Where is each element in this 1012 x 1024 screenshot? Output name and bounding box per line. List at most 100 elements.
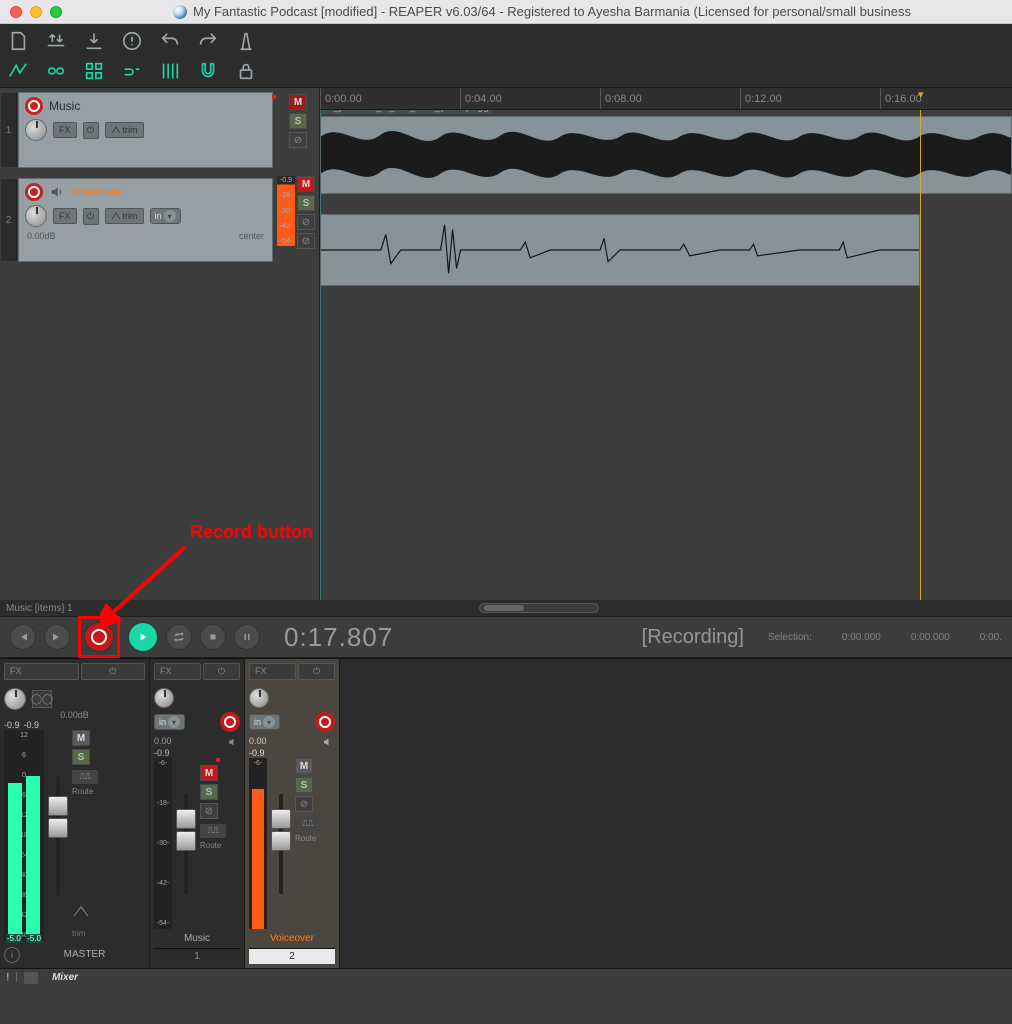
channel-name-label[interactable]: Voiceover	[249, 929, 335, 948]
fx-bypass-button[interactable]: ⏻	[203, 663, 240, 680]
repeat-button[interactable]	[166, 624, 192, 650]
fx-button[interactable]: FX	[4, 663, 79, 680]
fx-button[interactable]: FX	[154, 663, 201, 680]
route-icon[interactable]: ⎍⎍	[72, 770, 98, 784]
save-project-icon[interactable]	[82, 29, 106, 53]
redo-icon[interactable]	[196, 29, 220, 53]
mute-button[interactable]: M	[289, 94, 307, 110]
phase-button-2[interactable]: ⊘	[297, 233, 315, 249]
channel-fader[interactable]	[184, 794, 188, 894]
solo-button[interactable]: S	[295, 777, 313, 793]
snap-grid-icon[interactable]	[158, 59, 182, 83]
warning-icon[interactable]: !	[6, 972, 9, 983]
transport-time-display[interactable]: 0:17.807	[284, 622, 393, 653]
tab-mixer[interactable]: Mixer	[44, 971, 86, 984]
snap-icon[interactable]	[196, 59, 220, 83]
channel-meter: -6- -18- -30- -42- -54-	[154, 758, 172, 929]
close-window-button[interactable]	[10, 6, 22, 18]
fx-bypass-button[interactable]: ⏻	[298, 663, 335, 680]
stop-button[interactable]	[200, 624, 226, 650]
grid-icon[interactable]	[82, 59, 106, 83]
volume-knob[interactable]	[25, 205, 47, 227]
minimize-window-button[interactable]	[30, 6, 42, 18]
go-to-end-button[interactable]	[44, 624, 70, 650]
phase-button[interactable]: ⊘	[295, 796, 313, 812]
dock-icon[interactable]	[24, 972, 38, 984]
channel-name-label[interactable]: Music	[154, 929, 240, 948]
track-header-voiceover[interactable]: 2 Voiceover FX ⏻ trim in▾ 0.00dB center	[18, 178, 273, 262]
play-button[interactable]	[128, 622, 158, 652]
solo-button[interactable]: S	[297, 195, 315, 211]
mixer-strip-music[interactable]: FX ⏻ in▾ 0.00 -0.9 -6- -18- -30- -42- -5…	[150, 659, 245, 968]
trim-button[interactable]: trim	[105, 208, 144, 224]
track-number: 2	[1, 179, 17, 261]
trim-icon[interactable]	[72, 904, 90, 918]
channel-fader[interactable]	[279, 794, 283, 894]
speaker-icon[interactable]	[321, 736, 335, 748]
monitor-icon[interactable]	[49, 184, 65, 200]
pause-button[interactable]	[234, 624, 260, 650]
record-button[interactable]	[84, 622, 114, 652]
track-name-label[interactable]: Voiceover	[71, 185, 124, 199]
go-to-start-button[interactable]	[10, 624, 36, 650]
volume-knob[interactable]	[25, 119, 47, 141]
chevron-down-icon: ▾	[168, 716, 180, 728]
mute-button[interactable]: M	[200, 765, 218, 781]
route-label: Route	[200, 841, 220, 850]
track-header-music[interactable]: 1 Music FX ⏻ trim	[18, 92, 273, 168]
horizontal-scrollbar[interactable]	[479, 603, 599, 613]
pan-knob[interactable]	[249, 688, 269, 708]
lock-icon[interactable]	[234, 59, 258, 83]
record-arm-button[interactable]	[25, 97, 43, 115]
fx-button[interactable]: FX	[53, 122, 77, 138]
maximize-window-button[interactable]	[50, 6, 62, 18]
project-settings-icon[interactable]	[120, 29, 144, 53]
mute-button[interactable]: M	[297, 176, 315, 192]
input-selector[interactable]: in▾	[150, 208, 181, 224]
record-arm-button[interactable]	[315, 712, 335, 732]
fx-button[interactable]: FX	[249, 663, 296, 680]
input-selector[interactable]: in▾	[249, 714, 280, 730]
mixer-strip-voiceover[interactable]: FX ⏻ in▾ 0.00 -0.9 -6- -18- -30- -42- -5…	[245, 659, 340, 968]
phase-button[interactable]: ⊘	[200, 803, 218, 819]
ripple-icon[interactable]	[44, 59, 68, 83]
fx-button[interactable]: FX	[53, 208, 77, 224]
track-name-label[interactable]: Music	[49, 99, 80, 113]
solo-button[interactable]: S	[200, 784, 218, 800]
record-arm-button[interactable]	[25, 183, 43, 201]
timeline-ruler[interactable]: 0:00.00 0:04.00 0:08.00 0:12.00 0:16.00 …	[320, 88, 1012, 110]
stereo-width-button[interactable]: ◯◯	[32, 690, 52, 708]
mixer-strip-master[interactable]: FX ⏻ ◯◯ 0.00dB -0.9 -0.9 12 6 0 -6- -12-…	[0, 659, 150, 968]
route-icon[interactable]: ⎍⎍	[295, 817, 321, 831]
metronome-icon[interactable]	[234, 29, 258, 53]
solo-button[interactable]: S	[72, 749, 90, 765]
solo-button[interactable]: S	[289, 113, 307, 129]
trim-button[interactable]: trim	[105, 122, 144, 138]
phase-button[interactable]: ⊘	[289, 132, 307, 148]
info-icon[interactable]: i	[4, 947, 20, 963]
open-project-icon[interactable]	[44, 29, 68, 53]
speaker-icon[interactable]	[226, 736, 240, 748]
new-project-icon[interactable]	[6, 29, 30, 53]
audio-item-voiceover[interactable]	[320, 214, 920, 286]
pan-knob[interactable]	[154, 688, 174, 708]
waveform-icon	[321, 117, 1011, 193]
mute-button[interactable]: M	[72, 730, 90, 746]
group-icon[interactable]	[120, 59, 144, 83]
pan-knob[interactable]	[4, 688, 26, 710]
undo-icon[interactable]	[158, 29, 182, 53]
mute-button[interactable]: M	[295, 758, 313, 774]
fx-bypass-button[interactable]: ⏻	[83, 122, 99, 139]
route-icon[interactable]: ⎍⎍	[200, 824, 226, 838]
arrange-view[interactable]: 0:00.00 0:04.00 0:08.00 0:12.00 0:16.00 …	[320, 88, 1012, 600]
rec-indicator-icon	[216, 758, 220, 762]
master-fader[interactable]	[56, 776, 60, 896]
fx-bypass-button[interactable]: ⏻	[83, 208, 99, 225]
audio-item-music[interactable]: 'A_padrona_'e_'stu_core_(1931).ogg	[320, 116, 1012, 194]
fx-bypass-button[interactable]: ⏻	[81, 663, 146, 680]
track-pan-label: center	[239, 231, 264, 241]
phase-button[interactable]: ⊘	[297, 214, 315, 230]
input-selector[interactable]: in▾	[154, 714, 185, 730]
record-arm-button[interactable]	[220, 712, 240, 732]
envelope-icon[interactable]	[6, 59, 30, 83]
